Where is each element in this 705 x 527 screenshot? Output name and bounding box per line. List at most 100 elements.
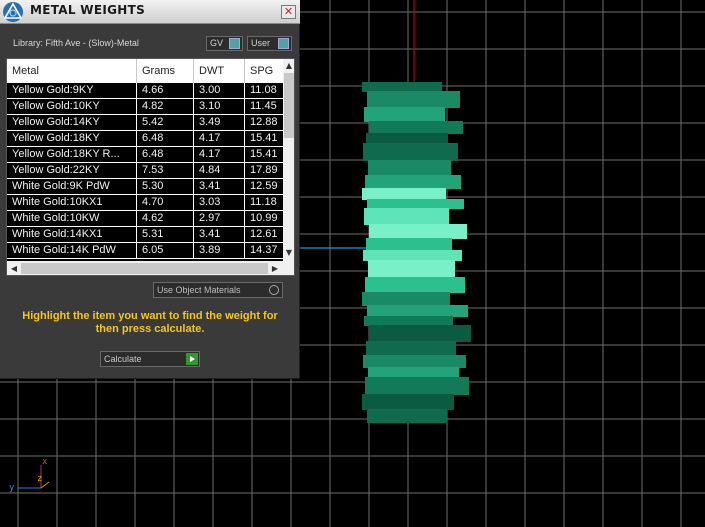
table-cell: 4.70 (137, 195, 194, 210)
table-cell: 6.48 (137, 131, 194, 146)
table-row[interactable]: Yellow Gold:22KY 7.53 4.84 17.89 (7, 163, 283, 179)
scroll-up-icon[interactable]: ▲ (283, 60, 294, 72)
model-block (363, 143, 458, 161)
model-block (362, 394, 454, 410)
table-row[interactable]: White Gold:10KX1 4.70 3.03 11.18 (7, 195, 283, 211)
table-cell: 14.37 (250, 244, 278, 256)
model-block (364, 107, 445, 122)
table-row[interactable]: Yellow Gold:18KY R... 6.48 4.17 15.41 (7, 147, 283, 163)
table-row[interactable]: White Gold:9K PdW 5.30 3.41 12.59 (7, 179, 283, 195)
model-block (367, 305, 468, 317)
gv-toggle-label: GV (210, 38, 224, 48)
column-header-dwt[interactable]: DWT (194, 59, 245, 83)
table-cell: 11.18 (250, 196, 277, 208)
model-block (368, 160, 451, 176)
table-cell: 3.41 (194, 179, 245, 194)
use-object-materials-option[interactable]: Use Object Materials (153, 282, 283, 298)
scroll-down-icon[interactable]: ▼ (283, 247, 294, 259)
library-label: Library: Fifth Ave - (Slow)-Metal (13, 38, 139, 48)
x-axis-label: x (42, 457, 48, 467)
model-block (364, 208, 449, 225)
gv-checkbox-icon (229, 38, 240, 49)
dialog-title: METAL WEIGHTS (30, 3, 146, 17)
table-cell: 7.53 (137, 163, 194, 178)
gv-toggle[interactable]: GV (206, 36, 243, 51)
table-cell: Yellow Gold:14KY (7, 115, 137, 130)
table-cell: 5.30 (137, 179, 194, 194)
table-row[interactable]: White Gold:10KW 4.62 2.97 10.99 (7, 211, 283, 227)
user-toggle-label: User (251, 38, 271, 48)
model-block (363, 355, 466, 368)
model-block (368, 260, 455, 278)
table-cell: 3.41 (194, 227, 245, 242)
use-object-materials-label: Use Object Materials (157, 285, 241, 295)
table-cell: Yellow Gold:18KY R... (7, 147, 137, 162)
dialog-titlebar[interactable]: METAL WEIGHTS ✕ (0, 0, 300, 24)
column-header-grams[interactable]: Grams (137, 59, 194, 83)
table-cell: 15.41 (250, 132, 278, 144)
table-cell: 4.17 (194, 131, 245, 146)
table-cell: White Gold:14K PdW (7, 243, 137, 258)
instructions-text: Highlight the item you want to find the … (22, 310, 278, 335)
close-button[interactable]: ✕ (281, 5, 296, 19)
table-cell: Yellow Gold:22KY (7, 163, 137, 178)
table-cell: 12.61 (250, 228, 278, 240)
table-cell: 17.89 (250, 164, 278, 176)
table-cell: Yellow Gold:18KY (7, 131, 137, 146)
table-cell: 4.62 (137, 211, 194, 226)
table-cell: 11.08 (250, 84, 277, 96)
model-block (368, 367, 459, 378)
vertical-scrollbar[interactable]: ▲ ▼ (283, 59, 294, 261)
model-block (362, 82, 442, 92)
table-cell: White Gold:14KX1 (7, 227, 137, 242)
model-silhouette (362, 82, 471, 423)
table-cell: Yellow Gold:10KY (7, 99, 137, 114)
column-header-spg[interactable]: SPG (245, 59, 285, 83)
table-row[interactable]: Yellow Gold:14KY 5.42 3.49 12.88 (7, 115, 283, 131)
vertical-scroll-thumb[interactable] (284, 73, 294, 138)
metal-table: Metal Grams DWT SPG Yellow Gold:9KY 4.66 3… (6, 58, 295, 276)
table-cell: 3.89 (194, 243, 245, 258)
play-icon (186, 353, 198, 365)
model-block (367, 91, 460, 108)
user-toggle[interactable]: User (247, 36, 292, 51)
z-axis-label: z (37, 474, 43, 484)
scroll-left-icon[interactable]: ◀ (8, 263, 20, 275)
model-block (367, 409, 447, 423)
model-block (365, 377, 469, 395)
table-cell: 10.99 (250, 212, 278, 224)
table-cell: 2.97 (194, 211, 245, 226)
table-cell: 4.17 (194, 147, 245, 162)
table-cell: 4.66 (137, 83, 194, 98)
table-body: Yellow Gold:9KY 4.66 3.00 11.08 Yellow Gold:… (7, 83, 283, 259)
model-block (363, 250, 462, 261)
table-cell: 3.00 (194, 83, 245, 98)
radio-icon (269, 285, 279, 295)
table-row[interactable]: Yellow Gold:9KY 4.66 3.00 11.08 (7, 83, 283, 99)
horizontal-scroll-thumb[interactable] (21, 263, 268, 274)
column-header-metal[interactable]: Metal (7, 59, 137, 83)
table-row[interactable]: White Gold:14K PdW 6.05 3.89 14.37 (7, 243, 283, 259)
app-logo-icon (3, 2, 23, 22)
table-cell: 3.10 (194, 99, 245, 114)
table-cell: 5.42 (137, 115, 194, 130)
model-block (362, 292, 450, 306)
scroll-right-icon[interactable]: ▶ (269, 263, 281, 275)
model-block (366, 133, 448, 144)
table-cell: 6.05 (137, 243, 194, 258)
table-cell: 15.41 (250, 148, 278, 160)
table-row[interactable]: Yellow Gold:18KY 6.48 4.17 15.41 (7, 131, 283, 147)
scrollbar-corner (283, 261, 294, 275)
table-cell: 11.45 (250, 100, 277, 112)
table-cell: White Gold:9K PdW (7, 179, 137, 194)
model-block (365, 175, 461, 189)
model-block (364, 316, 453, 326)
table-header: Metal Grams DWT SPG (7, 59, 283, 83)
table-row[interactable]: Yellow Gold:10KY 4.82 3.10 11.45 (7, 99, 283, 115)
metal-weights-dialog: METAL WEIGHTS ✕ Library: Fifth Ave - (Sl… (0, 0, 300, 379)
calculate-button[interactable]: Calculate (100, 351, 200, 367)
axis-gizmo: x y z (6, 455, 56, 500)
horizontal-scrollbar[interactable]: ◀ ▶ (7, 261, 283, 275)
table-row[interactable]: White Gold:14KX1 5.31 3.41 12.61 (7, 227, 283, 243)
axis-gizmo-lines (18, 465, 50, 489)
